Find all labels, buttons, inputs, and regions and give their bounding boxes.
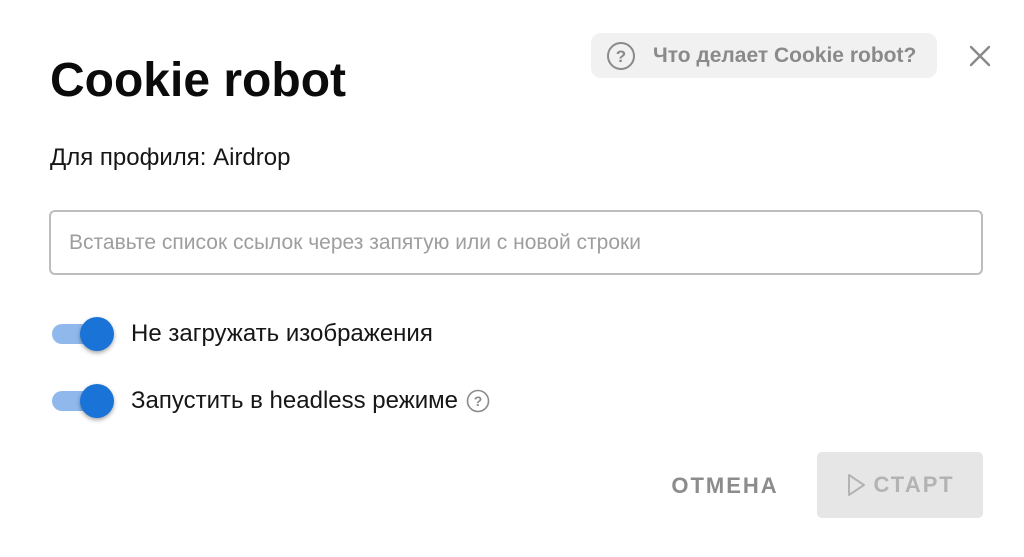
help-link-label: Что делает Cookie robot? (653, 43, 917, 67)
svg-text:?: ? (474, 393, 483, 409)
svg-text:?: ? (616, 47, 626, 66)
help-link[interactable]: ? Что делает Cookie robot? (591, 33, 937, 78)
toggle-headless-mode[interactable]: Запустить в headless режиме ? (52, 381, 490, 421)
play-icon (848, 474, 866, 496)
profile-label: Для профиля: Airdrop (50, 144, 291, 171)
disable-images-label: Не загружать изображения (131, 320, 433, 347)
headless-mode-switch[interactable] (52, 381, 114, 421)
links-input[interactable] (49, 210, 983, 275)
start-button-label: СТАРТ (873, 472, 955, 497)
dialog-title: Cookie robot (50, 54, 346, 107)
toggle-disable-images[interactable]: Не загружать изображения (52, 314, 433, 354)
close-icon[interactable] (964, 40, 996, 72)
start-button[interactable]: СТАРТ (817, 452, 983, 518)
switch-thumb[interactable] (80, 317, 114, 351)
question-circle-icon[interactable]: ? (466, 389, 490, 413)
switch-thumb[interactable] (80, 384, 114, 418)
disable-images-switch[interactable] (52, 314, 114, 354)
cancel-button[interactable]: ОТМЕНА (660, 466, 790, 506)
headless-mode-label: Запустить в headless режиме (131, 387, 459, 414)
question-circle-icon: ? (607, 41, 635, 70)
cookie-robot-dialog: ? Что делает Cookie robot? Cookie robot … (0, 0, 1024, 557)
